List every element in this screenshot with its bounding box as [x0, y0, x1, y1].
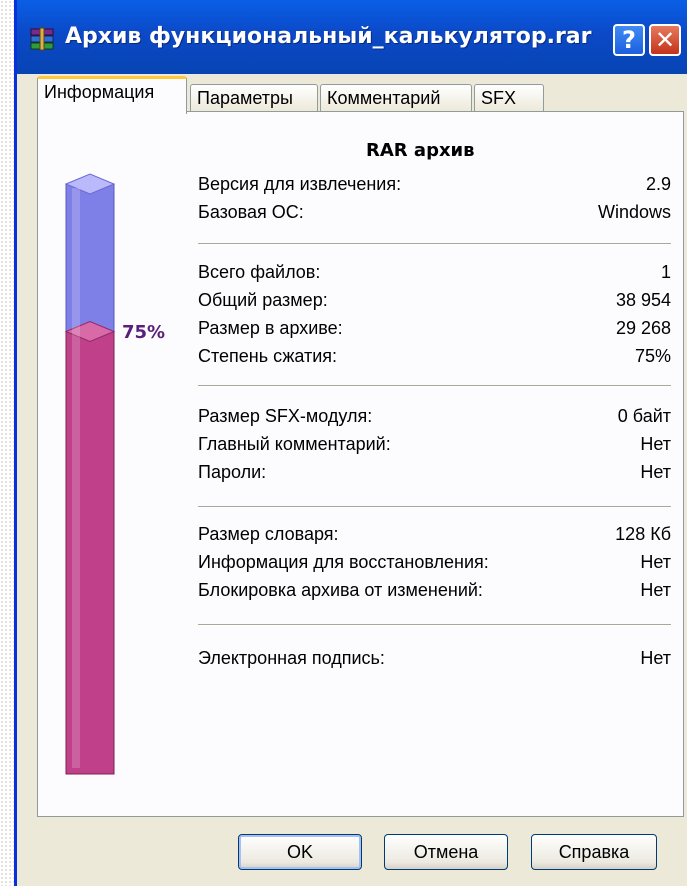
- info-value: Нет: [640, 434, 671, 454]
- info-row-packed-size: Размер в архиве: 29 268: [198, 318, 671, 344]
- cancel-button[interactable]: Отмена: [384, 834, 508, 870]
- info-value: 128 Кб: [615, 524, 671, 544]
- info-label: Размер SFX-модуля:: [198, 406, 373, 426]
- info-label: Размер словаря:: [198, 524, 339, 544]
- window-title: Архив функциональный_калькулятор.rar: [65, 24, 592, 49]
- info-row-digital-signature: Электронная подпись: Нет: [198, 648, 671, 674]
- close-button[interactable]: ✕: [649, 24, 681, 56]
- info-label: Блокировка архива от изменений:: [198, 580, 483, 600]
- info-label: Информация для восстановления:: [198, 552, 489, 572]
- info-row-extract-version: Версия для извлечения: 2.9: [198, 174, 671, 200]
- info-label: Главный комментарий:: [198, 434, 391, 454]
- archive-type-heading: RAR архив: [366, 140, 475, 161]
- info-row-lock: Блокировка архива от изменений: Нет: [198, 580, 671, 606]
- info-label: Общий размер:: [198, 290, 328, 310]
- information-panel: 75% RAR архив Версия для извлечения: 2.9…: [37, 111, 684, 817]
- gauge-highlight: [72, 188, 80, 768]
- tab-information[interactable]: Информация: [37, 76, 187, 114]
- info-row-passwords: Пароли: Нет: [198, 462, 671, 488]
- info-label: Версия для извлечения:: [198, 174, 402, 194]
- info-row-main-comment: Главный комментарий: Нет: [198, 434, 671, 460]
- info-label: Базовая ОС:: [198, 202, 304, 222]
- info-row-total-files: Всего файлов: 1: [198, 262, 671, 288]
- info-value: 75%: [634, 346, 671, 366]
- info-row-dictionary-size: Размер словаря: 128 Кб: [198, 524, 671, 550]
- info-row-recovery-record: Информация для восстановления: Нет: [198, 552, 671, 578]
- info-value: 0 байт: [617, 406, 671, 426]
- title-bar[interactable]: Архив функциональный_калькулятор.rar ? ✕: [17, 0, 687, 74]
- info-value: Нет: [640, 648, 671, 668]
- info-value: 29 268: [615, 318, 671, 338]
- info-value: Нет: [640, 552, 671, 572]
- separator: [198, 385, 671, 387]
- info-value: 1: [660, 262, 671, 282]
- winrar-archive-icon: [30, 27, 54, 51]
- info-value: Нет: [640, 462, 671, 482]
- tab-comment[interactable]: Комментарий: [320, 84, 472, 112]
- tab-sfx[interactable]: SFX: [474, 84, 544, 112]
- archive-info-dialog: Архив функциональный_калькулятор.rar ? ✕…: [14, 0, 687, 886]
- info-label: Размер в архиве:: [198, 318, 343, 338]
- info-label: Всего файлов:: [198, 262, 321, 282]
- separator: [198, 243, 671, 245]
- info-label: Электронная подпись:: [198, 648, 385, 668]
- compression-gauge: [64, 173, 116, 775]
- ok-button[interactable]: OK: [238, 834, 362, 870]
- help-title-button[interactable]: ?: [613, 24, 645, 56]
- separator: [198, 506, 671, 508]
- info-value: Нет: [640, 580, 671, 600]
- separator: [198, 624, 671, 626]
- info-value: Windows: [597, 202, 671, 222]
- info-label: Степень сжатия:: [198, 346, 338, 366]
- compression-percent-label: 75%: [122, 322, 166, 343]
- info-row-ratio: Степень сжатия: 75%: [198, 346, 671, 372]
- info-label: Пароли:: [198, 462, 267, 482]
- info-row-total-size: Общий размер: 38 954: [198, 290, 671, 316]
- info-row-host-os: Базовая ОС: Windows: [198, 202, 671, 228]
- info-value: 38 954: [615, 290, 671, 310]
- tab-parameters[interactable]: Параметры: [190, 84, 318, 112]
- help-button[interactable]: Справка: [531, 834, 657, 870]
- info-row-sfx-size: Размер SFX-модуля: 0 байт: [198, 406, 671, 432]
- info-value: 2.9: [645, 174, 671, 194]
